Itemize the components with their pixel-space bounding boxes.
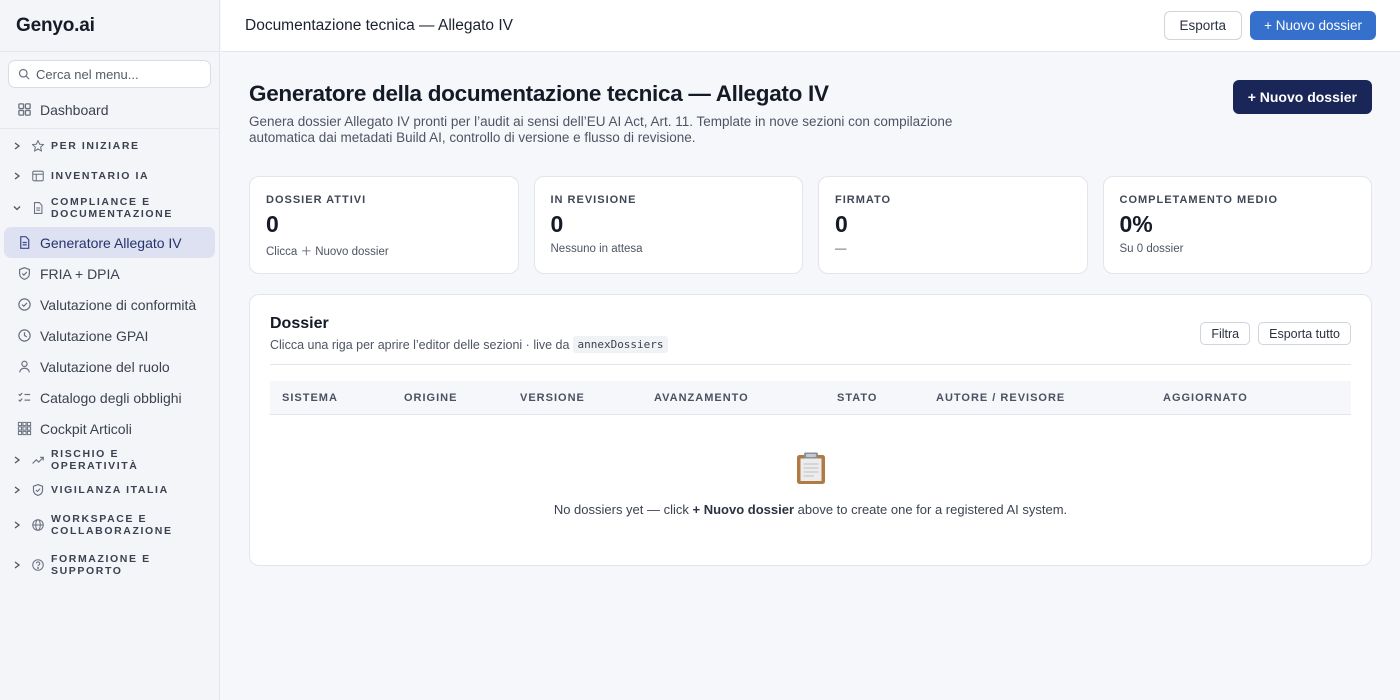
collection-code: annexDossiers [573, 336, 668, 353]
sidebar-item-label: Dashboard [40, 101, 109, 118]
sidebar-section-compliance[interactable]: COMPLIANCE E DOCUMENTAZIONE [0, 189, 219, 227]
sidebar-item-cockpit-articoli[interactable]: Cockpit Articoli [4, 413, 215, 444]
check-circle-icon [16, 297, 32, 313]
sidebar-section-formazione[interactable]: FORMAZIONE E SUPPORTO [0, 545, 219, 584]
document-icon [33, 202, 43, 214]
search-icon [18, 68, 30, 80]
chevron-down-icon [13, 206, 21, 211]
stat-card-firmato: FIRMATO 0 — [818, 176, 1088, 274]
brand-logo[interactable]: Genyo.ai [0, 0, 219, 52]
chevron-right-icon [14, 142, 21, 150]
grid-icon [16, 421, 32, 437]
stat-sub: Clicca ＋ Nuovo dossier [266, 246, 389, 258]
stat-card-in-revisione: IN REVISIONE 0 Nessuno in attesa [533, 176, 803, 274]
chevron-right-icon [14, 172, 21, 180]
dossier-panel-subtitle: Clicca una riga per aprire l’editor dell… [270, 336, 1351, 353]
stat-value: 0% [1119, 211, 1153, 237]
stat-label: FIRMATO [835, 194, 892, 206]
dossier-panel-header: Dossier Clicca una riga per aprire l’edi… [270, 295, 1351, 365]
stat-value: 0 [835, 211, 848, 237]
filter-button[interactable]: Filtra [1200, 322, 1251, 345]
dossier-panel: Dossier Clicca una riga per aprire l’edi… [249, 294, 1372, 566]
column-header-sistema[interactable]: SISTEMA [282, 392, 338, 404]
sidebar-item-label: Cockpit Articoli [40, 420, 132, 437]
table-icon [32, 170, 44, 182]
user-icon [16, 359, 32, 375]
clipboard-icon [796, 452, 825, 484]
column-header-autore-revisore[interactable]: AUTORE / REVISORE [936, 392, 1065, 404]
sidebar-item-generatore-allegato-iv[interactable]: Generatore Allegato IV [4, 227, 215, 258]
sidebar: Genyo.ai Dashboard PER INIZIARE INVENTAR… [0, 0, 220, 700]
chevron-right-icon [14, 520, 21, 529]
stat-sub: Su 0 dossier [1119, 243, 1184, 255]
topbar-actions: Esporta + Nuovo dossier [1163, 11, 1376, 40]
stat-label: DOSSIER ATTIVI [266, 194, 367, 206]
stat-sub: — [835, 243, 847, 255]
sidebar-section-workspace[interactable]: WORKSPACE E COLLABORAZIONE [0, 504, 219, 545]
document-icon [16, 235, 32, 251]
shield-icon [16, 266, 32, 282]
sidebar-item-valutazione-ruolo[interactable]: Valutazione del ruolo [4, 351, 215, 382]
sidebar-section-inventario[interactable]: INVENTARIO IA [0, 163, 219, 189]
sidebar-item-label: Valutazione di conformità [40, 296, 197, 313]
stat-card-dossier-attivi: DOSSIER ATTIVI 0 Clicca ＋ Nuovo dossier [249, 176, 519, 274]
sidebar-item-valutazione-conformita[interactable]: Valutazione di conformità [4, 289, 215, 320]
new-dossier-button[interactable]: + Nuovo dossier [1232, 80, 1372, 114]
page-header: Generatore della documentazione tecnica … [249, 80, 1372, 146]
sidebar-item-dashboard[interactable]: Dashboard [4, 94, 215, 125]
page-description: Genera dossier Allegato IV pronti per l’… [249, 114, 953, 145]
sidebar-item-fria-dpia[interactable]: FRIA + DPIA [4, 258, 215, 289]
trend-up-icon [32, 456, 44, 464]
chevron-right-icon [14, 485, 21, 494]
column-header-aggiornato[interactable]: AGGIORNATO [1163, 392, 1248, 404]
topbar-title: Documentazione tecnica — Allegato IV [245, 16, 513, 34]
sidebar-item-label: Valutazione del ruolo [40, 358, 170, 375]
clock-icon [16, 328, 32, 344]
column-header-versione[interactable]: VERSIONE [520, 392, 585, 404]
sidebar-item-label: Valutazione GPAI [40, 327, 149, 344]
stats-row: DOSSIER ATTIVI 0 Clicca ＋ Nuovo dossier … [249, 176, 1372, 274]
dossier-panel-actions: Filtra Esporta tutto [1200, 322, 1351, 345]
column-header-stato[interactable]: STATO [837, 392, 877, 404]
chevron-right-icon [14, 455, 21, 464]
sidebar-item-label: FRIA + DPIA [40, 265, 120, 282]
sidebar-item-valutazione-gpai[interactable]: Valutazione GPAI [4, 320, 215, 351]
empty-state: No dossiers yet — click + Nuovo dossier … [270, 451, 1351, 517]
column-header-origine[interactable]: ORIGINE [404, 392, 457, 404]
stat-label: IN REVISIONE [550, 194, 637, 206]
sidebar-section-vigilanza[interactable]: VIGILANZA ITALIA [0, 475, 219, 504]
sidebar-section-per-iniziare[interactable]: PER INIZIARE [0, 129, 219, 163]
export-button[interactable]: Esporta [1163, 11, 1243, 40]
stat-value: 0 [550, 211, 564, 237]
sidebar-item-catalogo-obblighi[interactable]: Catalogo degli obblighi [4, 382, 215, 413]
stat-sub: Nessuno in attesa [550, 243, 643, 255]
globe-icon [32, 518, 44, 531]
chevron-right-icon [14, 560, 21, 569]
sidebar-item-label: Generatore Allegato IV [40, 234, 182, 251]
stat-card-completamento-medio: COMPLETAMENTO MEDIO 0% Su 0 dossier [1102, 176, 1372, 274]
sidebar-item-label: Catalogo degli obblighi [40, 389, 182, 406]
dashboard-icon [16, 102, 32, 118]
menu-search[interactable] [8, 60, 211, 88]
stat-label: COMPLETAMENTO MEDIO [1119, 194, 1279, 206]
dossier-panel-title: Dossier [270, 315, 329, 332]
column-header-avanzamento[interactable]: AVANZAMENTO [654, 392, 749, 404]
checklist-icon [16, 390, 32, 406]
page-title: Generatore della documentazione tecnica … [249, 81, 829, 106]
export-all-button[interactable]: Esporta tutto [1258, 322, 1351, 345]
sidebar-section-rischio[interactable]: RISCHIO E OPERATIVITÀ [0, 444, 219, 475]
shield-check-icon [32, 483, 44, 496]
menu-search-input[interactable] [36, 66, 206, 82]
help-circle-icon [32, 558, 44, 571]
stat-value: 0 [266, 211, 279, 237]
empty-state-message: No dossiers yet — click + Nuovo dossier … [553, 502, 1068, 517]
star-icon [31, 140, 45, 152]
new-dossier-button-top[interactable]: + Nuovo dossier [1250, 11, 1376, 40]
topbar: Documentazione tecnica — Allegato IV Esp… [221, 0, 1400, 52]
table-header: SISTEMA ORIGINE VERSIONE AVANZAMENTO STA… [270, 381, 1351, 415]
main-content: Generatore della documentazione tecnica … [221, 53, 1400, 700]
